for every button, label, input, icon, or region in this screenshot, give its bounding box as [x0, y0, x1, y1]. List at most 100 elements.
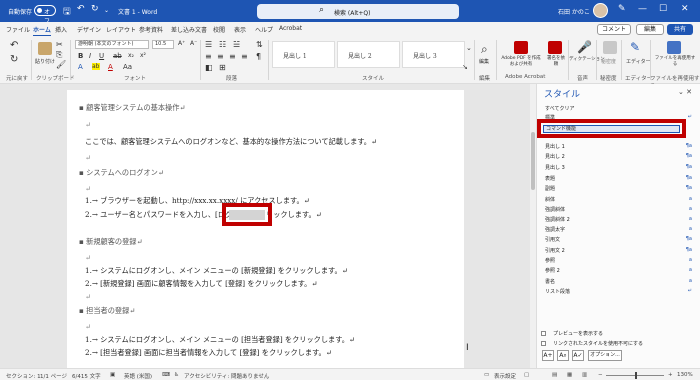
italic-icon[interactable]: I — [89, 52, 91, 60]
options-button[interactable]: オプション... — [588, 350, 622, 361]
tab-references[interactable]: 参考資料 — [139, 25, 163, 34]
copy-icon[interactable]: ⎘ — [56, 50, 62, 60]
style-gallery-item[interactable]: 見出し 1 — [272, 41, 335, 68]
justify-icon[interactable]: ≡ — [241, 52, 248, 61]
avatar[interactable] — [593, 3, 608, 18]
style-inspector-icon[interactable]: A⌕ — [557, 350, 569, 361]
style-clear-all[interactable]: すべてクリア — [545, 105, 574, 112]
shrink-font-icon[interactable]: A⁻ — [190, 40, 197, 47]
maximize-icon[interactable]: ☐ — [659, 4, 667, 14]
style-item[interactable]: 見出し 1 — [545, 143, 565, 150]
paste-label[interactable]: 貼り付け — [35, 58, 55, 65]
underline-icon[interactable]: U — [99, 52, 104, 60]
display-settings-icon[interactable]: ▭ — [484, 372, 489, 378]
status-accessibility[interactable]: アクセシビリティ: 問題ありません — [184, 372, 269, 380]
bold-icon[interactable]: B — [78, 52, 83, 60]
align-center-icon[interactable]: ≡ — [217, 52, 224, 61]
pdf-share-button[interactable]: Adobe PDF を作成および共有 — [500, 56, 542, 68]
find-icon[interactable]: ⌕ — [481, 42, 488, 57]
new-style-icon[interactable]: A+ — [542, 350, 554, 361]
minimize-icon[interactable]: — — [638, 4, 647, 14]
editor-button[interactable]: エディター — [626, 58, 651, 65]
cut-icon[interactable]: ✂ — [56, 40, 63, 49]
tab-layout[interactable]: レイアウト — [106, 25, 136, 34]
tab-acrobat[interactable]: Acrobat — [279, 25, 302, 32]
tab-file[interactable]: ファイル — [6, 25, 30, 34]
highlighted-logon-text[interactable] — [222, 203, 272, 226]
tab-review[interactable]: 校閲 — [213, 25, 225, 34]
undo-icon[interactable]: ↶ — [77, 4, 85, 14]
status-display-settings[interactable]: 表示設定 — [494, 372, 516, 380]
manage-styles-icon[interactable]: A✓ — [572, 350, 584, 361]
style-item[interactable]: 副題 — [545, 185, 555, 192]
grow-font-icon[interactable]: A⁺ — [178, 40, 185, 47]
search-box[interactable]: ⌕ 検索 (Alt+Q) — [257, 4, 459, 19]
font-size-combo[interactable]: 10.5 — [152, 40, 174, 49]
shading-icon[interactable]: ◧ — [205, 63, 213, 72]
focus-icon[interactable]: ▢ — [524, 372, 529, 378]
undo-button-icon[interactable]: ↶ — [10, 40, 18, 51]
zoom-out-icon[interactable]: − — [598, 372, 603, 378]
show-marks-icon[interactable]: ¶ — [256, 52, 261, 61]
tab-help[interactable]: ヘルプ — [255, 25, 273, 34]
document-page[interactable]: ▪ 顧客管理システムの基本操作↵ ↵ ここでは、顧客管理システムへのログオンなど… — [67, 90, 464, 368]
editor-icon[interactable]: ✎ — [630, 40, 640, 54]
style-item[interactable]: 強調斜体 2 — [545, 216, 570, 223]
reuse-files-button[interactable]: ファイルを再使用する — [654, 56, 696, 68]
style-item[interactable]: 引用文 2 — [545, 247, 565, 254]
autosave-toggle[interactable]: オフ — [34, 5, 56, 25]
align-right-icon[interactable]: ≡ — [229, 52, 236, 61]
text-predictions-icon[interactable]: ⌨ — [162, 372, 170, 378]
status-language[interactable]: 英語 (米国) — [124, 372, 152, 380]
proofing-icon[interactable]: ▣ — [110, 372, 115, 378]
style-item[interactable]: 見出し 2 — [545, 153, 565, 160]
save-icon[interactable]: 🖫 — [63, 4, 71, 20]
font-name-combo[interactable]: 游明朝 (本文のフォント) — [75, 40, 149, 49]
style-item[interactable]: 強調太字 — [545, 226, 565, 233]
microphone-icon[interactable]: 🎤 — [577, 40, 592, 54]
zoom-level[interactable]: 130% — [677, 372, 693, 378]
style-item[interactable]: リスト段落 — [545, 288, 570, 295]
styles-launcher-icon[interactable]: ↘ — [462, 63, 468, 71]
status-word-count[interactable]: 6/415 文字 — [72, 372, 101, 380]
tab-design[interactable]: デザイン — [77, 25, 101, 34]
style-item[interactable]: 表題 — [545, 175, 555, 182]
align-left-icon[interactable]: ≡ — [205, 52, 212, 61]
status-page[interactable]: 1/1 ページ — [40, 372, 67, 380]
style-item[interactable]: 強調斜体 — [545, 206, 565, 213]
style-gallery-item[interactable]: 見出し 2 — [337, 41, 400, 68]
style-item[interactable]: 書名 — [545, 278, 555, 285]
preview-checkbox[interactable] — [541, 331, 546, 336]
zoom-slider[interactable] — [606, 372, 664, 379]
style-item[interactable]: 引用文 — [545, 236, 560, 243]
style-item[interactable]: 参照 — [545, 257, 555, 264]
print-layout-icon[interactable]: ▦ — [567, 372, 572, 378]
pane-options-icon[interactable]: ⌄ ✕ — [678, 88, 692, 96]
redo-button-icon[interactable]: ↻ — [10, 54, 18, 65]
edit-mode-button[interactable]: 編集 — [636, 24, 664, 35]
sort-icon[interactable]: ⇅ — [256, 40, 263, 49]
bullets-icon[interactable]: ☰ — [205, 40, 212, 49]
tab-insert[interactable]: 挿入 — [55, 25, 67, 34]
share-button[interactable]: 共有 — [667, 24, 693, 35]
style-item[interactable]: 斜体 — [545, 196, 555, 203]
subscript-icon[interactable]: x₂ — [128, 52, 134, 59]
numbering-icon[interactable]: ☷ — [219, 40, 226, 49]
superscript-icon[interactable]: x² — [140, 52, 146, 59]
close-icon[interactable]: ✕ — [681, 4, 689, 14]
style-item[interactable]: 参照 2 — [545, 267, 560, 274]
linked-styles-checkbox[interactable] — [541, 341, 546, 346]
format-painter-icon[interactable]: 🖌 — [56, 60, 66, 69]
borders-icon[interactable]: ⊞ — [219, 63, 226, 72]
strikethrough-icon[interactable]: ab — [113, 52, 122, 60]
status-section[interactable]: セクション: 1 — [6, 372, 41, 380]
text-effects-icon[interactable]: A — [78, 63, 83, 71]
sign-request-button[interactable]: 署名を依頼 — [545, 56, 567, 68]
zoom-slider-thumb[interactable] — [635, 372, 637, 379]
style-gallery-item[interactable]: 見出し 3 — [402, 41, 465, 68]
pen-icon[interactable]: ✎ — [618, 4, 626, 14]
change-case-icon[interactable]: Aa — [123, 63, 132, 71]
qat-menu-icon[interactable]: ⌄ — [104, 7, 109, 14]
sensitivity-button[interactable]: 秘密度 — [601, 58, 616, 65]
paste-icon[interactable] — [38, 42, 52, 55]
